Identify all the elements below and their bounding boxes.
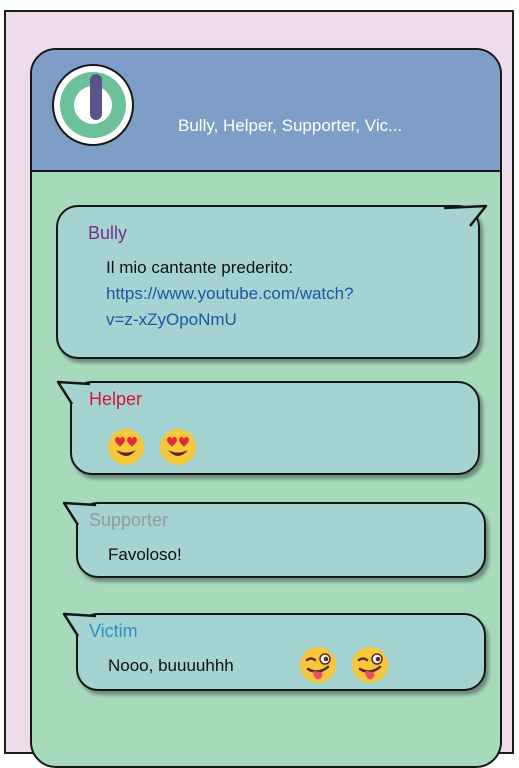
heart-eyes-emoji: [160, 429, 196, 465]
power-icon[interactable]: [52, 64, 134, 146]
message-bubble-victim: Victim Nooo, buuuuhhh: [76, 613, 486, 691]
power-icon-ring: [60, 72, 126, 138]
heart-eyes-emoji: [108, 429, 144, 465]
bubble-tail: [443, 204, 488, 227]
youtube-link[interactable]: https://www.youtube.com/watch?: [106, 281, 354, 307]
sender-name: Bully: [88, 223, 128, 243]
message-line: Il mio cantante prederito:: [106, 258, 294, 277]
bubble-tail: [62, 501, 97, 526]
bubble-tail: [62, 612, 97, 637]
winking-tongue-emoji: [352, 647, 388, 683]
bubble-tail: [56, 380, 91, 405]
message-text: Il mio cantante prederito: https://www.y…: [106, 255, 354, 333]
power-icon-bar: [90, 74, 102, 120]
sender-name: Helper: [89, 389, 143, 409]
winking-tongue-emoji: [300, 647, 336, 683]
sender-name: Supporter: [89, 510, 169, 530]
message-bubble-helper: Helper: [70, 381, 480, 475]
message-bubble-bully: Bully Il mio cantante prederito: https:/…: [56, 205, 480, 359]
chat-title: Bully, Helper, Supporter, Vic...: [178, 116, 403, 135]
chat-header: Bully, Helper, Supporter, Vic...: [32, 50, 500, 172]
message-text: Favoloso!: [108, 545, 182, 564]
message-text: Nooo, buuuuhhh: [108, 656, 234, 675]
youtube-link-continued[interactable]: v=z-xZyOpoNmU: [106, 307, 354, 333]
message-bubble-supporter: Supporter Favoloso!: [76, 502, 486, 578]
